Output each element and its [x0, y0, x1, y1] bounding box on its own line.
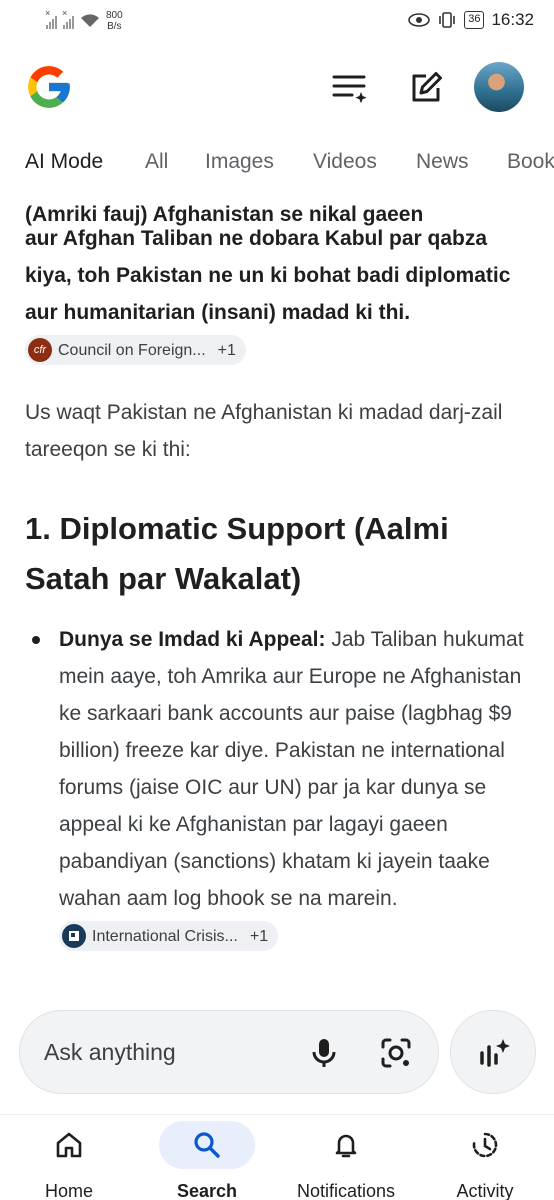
edit-icon[interactable] [406, 68, 446, 108]
intro-paragraph: (Amriki fauj) Afghanistan se nikal gaeen… [25, 203, 535, 368]
tab-news[interactable]: News [416, 150, 469, 174]
signal-1-icon: × [45, 8, 57, 29]
paragraph-1: Us waqt Pakistan ne Afghanistan ki madad… [25, 401, 503, 461]
source-chip-cfr[interactable]: cfr Council on Foreign... +1 [25, 335, 246, 366]
source-chip-label: Council on Foreign... [58, 341, 206, 359]
status-bar: × × 800 B/s 36 16:32 [0, 0, 554, 44]
intro-text: aur Afghan Taliban ne dobara Kabul par q… [25, 227, 511, 324]
bullet-body: Jab Taliban hukumat mein aaye, toh Amrik… [59, 628, 524, 910]
status-left: × × 800 B/s [45, 8, 123, 32]
ai-mode-sparkle-icon [480, 1039, 510, 1067]
ask-anything-bar[interactable]: Ask anything [19, 1010, 439, 1094]
nav-activity[interactable]: Activity [416, 1121, 554, 1200]
source-chip-crisis-group[interactable]: International Crisis... +1 [59, 921, 279, 952]
google-lens-icon[interactable] [378, 1035, 414, 1071]
search-icon [159, 1121, 255, 1169]
battery-indicator: 36 [464, 11, 485, 29]
tab-videos[interactable]: Videos [313, 150, 377, 174]
nav-search-label: Search [176, 1181, 238, 1200]
history-sparkle-icon[interactable] [330, 68, 370, 108]
tab-all[interactable]: All [145, 150, 168, 174]
heading-1: 1. Diplomatic Support (Aalmi Satah par W… [25, 511, 449, 596]
bell-icon [298, 1121, 394, 1169]
source-chip-label: International Crisis... [92, 927, 238, 945]
app-header [0, 58, 554, 118]
source-chip-more: +1 [249, 927, 269, 945]
avatar[interactable] [474, 62, 524, 112]
wifi-icon [81, 14, 99, 27]
ai-mode-button[interactable] [450, 1010, 536, 1094]
mic-icon[interactable] [306, 1035, 342, 1071]
tab-books[interactable]: Books [507, 150, 554, 174]
search-input[interactable]: Ask anything [44, 1039, 176, 1066]
nav-home-label: Home [44, 1181, 93, 1200]
vibrate-icon [439, 12, 456, 28]
nav-home[interactable]: Home [0, 1121, 138, 1200]
google-g-logo[interactable] [24, 62, 74, 112]
crisis-group-logo-icon [62, 924, 86, 949]
status-right: 36 16:32 [408, 10, 534, 30]
tab-ai-mode[interactable]: AI Mode [25, 150, 103, 174]
net-speed: 800 B/s [106, 10, 123, 32]
bottom-navigation: Home Search Notifications Activity [0, 1114, 554, 1200]
home-icon [21, 1121, 117, 1169]
signal-2-icon: × [62, 8, 74, 29]
clipped-line: (Amriki fauj) Afghanistan se nikal gaeen [25, 203, 424, 226]
bullet-text: Dunya se Imdad ki Appeal: Jab Taliban hu… [59, 621, 535, 954]
eye-comfort-icon [408, 13, 431, 27]
tab-images[interactable]: Images [205, 150, 274, 174]
source-chip-more: +1 [217, 341, 236, 359]
nav-notifications[interactable]: Notifications [277, 1121, 415, 1200]
nav-activity-label: Activity [456, 1181, 514, 1200]
ai-answer: (Amriki fauj) Afghanistan se nikal gaeen… [0, 186, 554, 996]
nav-notifications-label: Notifications [296, 1181, 396, 1200]
bullet-title: Dunya se Imdad ki Appeal: [59, 628, 326, 651]
bullet-dot [32, 636, 40, 644]
nav-search[interactable]: Search [138, 1121, 276, 1200]
clock: 16:32 [491, 10, 534, 29]
activity-icon [437, 1121, 533, 1169]
search-tabs: AI Mode All Images Videos News Books [0, 150, 554, 184]
cfr-logo-icon: cfr [28, 338, 52, 363]
list-item: Dunya se Imdad ki Appeal: Jab Taliban hu… [25, 621, 535, 954]
